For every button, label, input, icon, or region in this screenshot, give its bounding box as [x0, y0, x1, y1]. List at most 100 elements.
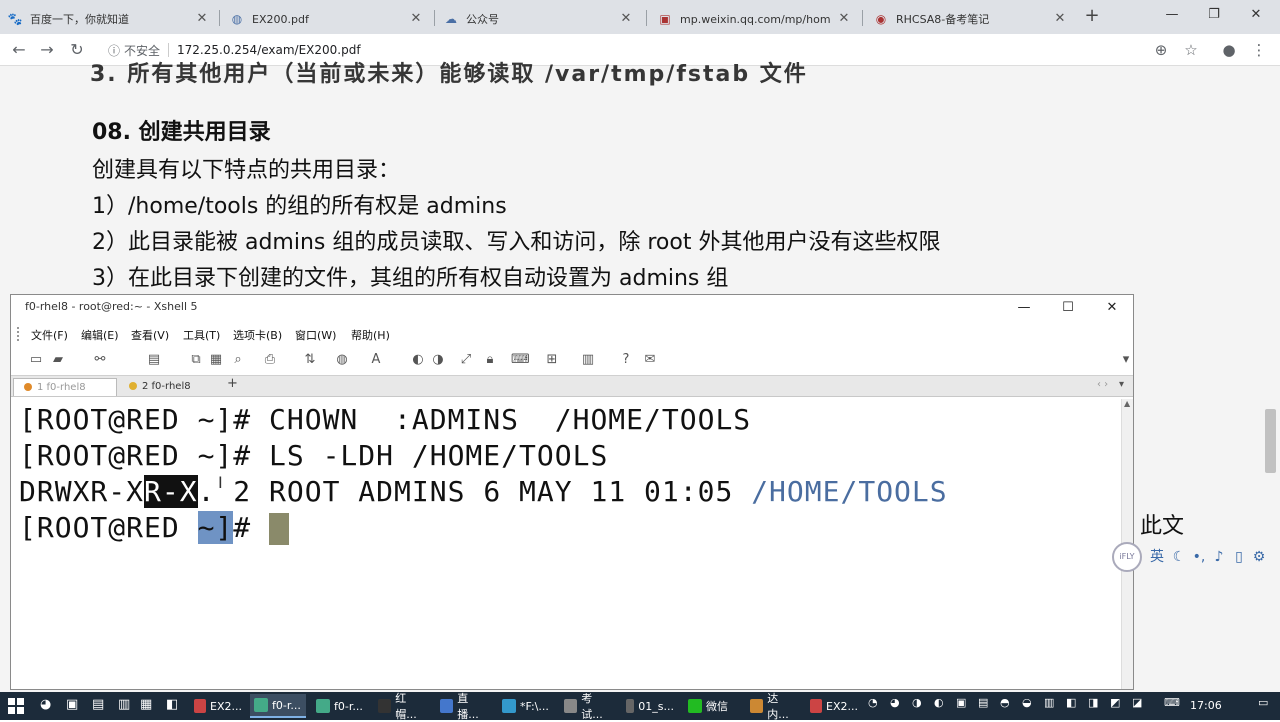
browser-tab-weixin[interactable]: ▣ mp.weixin.qq.com/mp/hom ✕ [650, 4, 860, 34]
paste-icon[interactable]: ▦ [207, 351, 225, 369]
connect-icon[interactable]: ⚯ [91, 351, 109, 369]
tray-icon[interactable]: ◓ [1000, 696, 1010, 709]
tray-icon[interactable]: ◐ [934, 696, 944, 709]
help-icon[interactable]: ? [617, 351, 635, 369]
notification-icon[interactable]: ▭ [1258, 696, 1268, 709]
profile-avatar-icon[interactable]: ● [1218, 39, 1240, 61]
taskbar-item[interactable]: f0-r... [312, 694, 368, 718]
browser-icon[interactable]: ◕ [40, 697, 51, 712]
browser-tab-ex200[interactable]: ◍ EX200.pdf ✕ [222, 4, 432, 34]
pdf-scrollbar-thumb[interactable] [1265, 409, 1276, 473]
chevron-down-icon[interactable]: ▾ [1117, 351, 1135, 369]
new-tab-button[interactable]: + [1082, 6, 1102, 26]
properties-icon[interactable]: ▤ [145, 351, 163, 369]
folder-icon[interactable]: ▤ [92, 697, 104, 712]
tray-icon[interactable]: ▤ [978, 696, 988, 709]
ime-mode-toggle[interactable]: 英 [1148, 547, 1166, 567]
new-session-icon[interactable]: ▭ [27, 351, 45, 369]
tray-icon[interactable]: ◒ [1022, 696, 1032, 709]
taskbar-item[interactable]: 达内... [746, 692, 802, 721]
restore-icon[interactable]: ❐ [1194, 4, 1234, 26]
find-icon[interactable]: ⌕ [229, 351, 247, 369]
font-icon[interactable]: A [367, 351, 385, 369]
menu-help[interactable]: 帮助(H) [351, 327, 390, 343]
skin-icon[interactable]: ▯ [1230, 547, 1248, 567]
tray-icon[interactable]: ▣ [956, 696, 966, 709]
lock-icon[interactable]: 🔒︎ [481, 351, 499, 369]
tray-icon[interactable]: ◧ [1066, 696, 1076, 709]
app-icon[interactable]: ◧ [166, 697, 178, 712]
forward-icon[interactable]: → [36, 39, 58, 61]
print-icon[interactable]: ⎙ [261, 351, 279, 369]
close-icon[interactable]: ✕ [1097, 297, 1127, 319]
settings-gear-icon[interactable]: ⚙ [1250, 547, 1268, 567]
browser-tab-gongzhonghao[interactable]: ☁ 公众号 ✕ [436, 4, 642, 34]
ime-tray-icon[interactable]: ⌨ [1164, 696, 1180, 709]
punctuation-icon[interactable]: •, [1190, 547, 1208, 567]
close-icon[interactable]: ✕ [836, 11, 852, 27]
bookmark-star-icon[interactable]: ☆ [1180, 39, 1202, 61]
taskbar-item[interactable]: 微信 [684, 694, 740, 718]
tray-icon[interactable]: ◔ [868, 696, 878, 709]
minimize-icon[interactable]: — [1009, 297, 1039, 319]
scroll-up-icon[interactable]: ▲ [1124, 399, 1130, 408]
close-window-icon[interactable]: ✕ [1236, 4, 1276, 26]
tab-scroll-arrows-icon[interactable]: ‹ › [1097, 379, 1108, 390]
ime-candidate-word[interactable]: 此文 [1140, 508, 1184, 540]
close-icon[interactable]: ✕ [618, 11, 634, 27]
chat-icon[interactable]: ✉ [641, 351, 659, 369]
transfer-icon[interactable]: ⇅ [301, 351, 319, 369]
menu-tabs[interactable]: 选项卡(B) [233, 327, 282, 343]
tray-icon[interactable]: ▥ [1044, 696, 1054, 709]
tray-icon[interactable]: ◪ [1132, 696, 1142, 709]
keyboard-icon[interactable]: ⌨ [511, 351, 530, 369]
taskbar-item[interactable]: f0-r... [250, 694, 306, 718]
fullscreen-icon[interactable]: ⤢ [457, 351, 475, 369]
menu-window[interactable]: 窗口(W) [295, 327, 336, 343]
menu-kebab-icon[interactable]: ⋮ [1248, 39, 1270, 61]
zoom-icon[interactable]: ⊕ [1150, 39, 1172, 61]
back-icon[interactable]: ← [8, 39, 30, 61]
tray-icon[interactable]: ◨ [1088, 696, 1098, 709]
windows-start-icon[interactable] [8, 698, 24, 714]
copy-icon[interactable]: ⧉ [187, 351, 205, 369]
taskbar-item[interactable]: 红帽... [374, 692, 430, 721]
menu-file[interactable]: 文件(F) [31, 327, 68, 343]
app-icon[interactable]: ▦ [140, 697, 152, 712]
menu-tools[interactable]: 工具(T) [183, 327, 220, 343]
session-tab-2[interactable]: 2 f0-rhel8 [119, 378, 227, 396]
taskbar-item[interactable]: *F:\... [498, 694, 554, 718]
open-folder-icon[interactable]: ▰ [49, 351, 67, 369]
tray-icon[interactable]: ◑ [912, 696, 922, 709]
ime-logo[interactable]: iFLY [1112, 542, 1142, 572]
globe-icon[interactable]: ◍ [333, 351, 351, 369]
session-tab-1[interactable]: 1 f0-rhel8 [13, 378, 117, 396]
maximize-icon[interactable]: ☐ [1053, 297, 1083, 319]
tray-icon[interactable]: ◩ [1110, 696, 1120, 709]
close-icon[interactable]: ✕ [408, 11, 424, 27]
app-icon[interactable]: ▣ [66, 697, 78, 712]
xftp-icon[interactable]: ◐ [409, 351, 427, 369]
taskbar-item[interactable]: 考试... [560, 692, 616, 721]
reload-icon[interactable]: ↻ [66, 39, 88, 61]
taskbar-item[interactable]: EX2... [190, 694, 246, 718]
moon-icon[interactable]: ☾ [1170, 547, 1188, 567]
close-icon[interactable]: ✕ [194, 11, 210, 27]
browser-tab-rhcsa[interactable]: ◉ RHCSA8-备考笔记 ✕ [866, 4, 1076, 34]
add-icon[interactable]: ⊞ [543, 351, 561, 369]
url-text[interactable]: 172.25.0.254/exam/EX200.pdf [177, 43, 361, 57]
menu-edit[interactable]: 编辑(E) [81, 327, 119, 343]
close-icon[interactable]: ✕ [1052, 11, 1068, 27]
tray-icon[interactable]: ◕ [890, 696, 900, 709]
taskbar-item[interactable]: EX2... [806, 694, 862, 718]
chevron-down-icon[interactable]: ▾ [1119, 379, 1124, 390]
app-icon[interactable]: ▥ [118, 697, 130, 712]
xmanager-icon[interactable]: ◑ [429, 351, 447, 369]
taskbar-item[interactable]: 01_s... [622, 694, 678, 718]
layout-icon[interactable]: ▥ [579, 351, 597, 369]
menu-view[interactable]: 查看(V) [131, 327, 169, 343]
taskbar-clock[interactable]: 17:06 [1190, 699, 1222, 712]
add-session-tab-button[interactable]: + [227, 376, 238, 391]
browser-tab-baidu[interactable]: 🐾 百度一下，你就知道 ✕ [0, 4, 218, 34]
terminal-area[interactable]: [ROOT@RED ~]# CHOWN :ADMINS /HOME/TOOLS … [11, 399, 1121, 689]
